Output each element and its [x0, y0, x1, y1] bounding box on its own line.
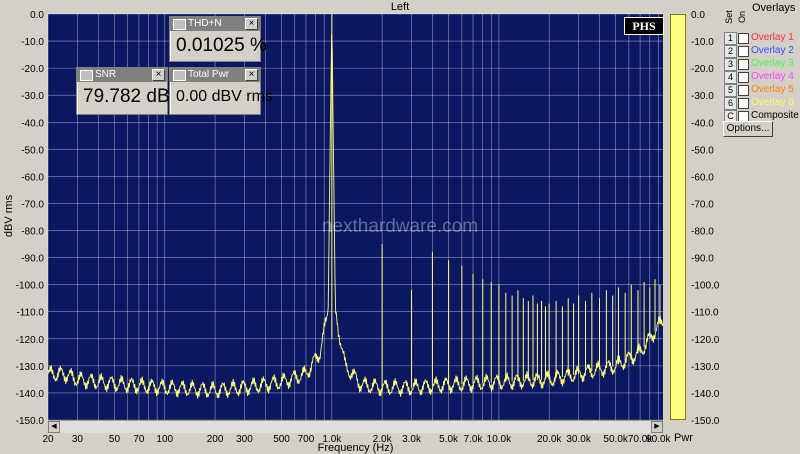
meter-icon: [173, 19, 186, 30]
right-y-tick-label: -80.0: [691, 227, 714, 238]
right-y-tick-label: -150.0: [691, 416, 720, 427]
overlay-set-button[interactable]: 5: [724, 84, 737, 97]
overlay-checkbox[interactable]: [738, 72, 749, 83]
overlay-checkbox[interactable]: [738, 33, 749, 44]
meter-icon: [80, 70, 93, 81]
close-icon[interactable]: ×: [245, 69, 258, 81]
overlay-label: Overlay 2: [751, 45, 794, 56]
overlay-set-button[interactable]: 2: [724, 45, 737, 58]
y-tick-label: -100.0: [16, 281, 45, 292]
right-y-tick-label: -70.0: [691, 199, 714, 210]
right-y-tick-label: -100.0: [691, 281, 720, 292]
scroll-left-button[interactable]: ◀: [48, 421, 60, 433]
total-power-meter[interactable]: Total Pwr × 0.00 dBV rms: [169, 67, 273, 115]
y-tick-label: 0.0: [30, 10, 44, 21]
overlay-checkbox[interactable]: [738, 46, 749, 57]
overlay-checkbox[interactable]: [738, 85, 749, 96]
y-tick-label: -80.0: [21, 227, 44, 238]
y-tick-label: -10.0: [21, 37, 44, 48]
right-y-tick-label: 0.0: [691, 10, 705, 21]
right-y-tick-label: -30.0: [691, 91, 714, 102]
y-axis-label: dBV rms: [3, 194, 16, 238]
thd-meter-label: THD+N: [188, 18, 222, 29]
phs-logo: PHS: [624, 17, 664, 35]
overlay-set-button[interactable]: 1: [724, 32, 737, 45]
y-tick-label: -20.0: [21, 64, 44, 75]
right-y-tick-label: -120.0: [691, 335, 720, 346]
right-y-tick-label: -130.0: [691, 362, 720, 373]
y-tick-label: -140.0: [16, 389, 45, 400]
y-tick-label: -60.0: [21, 172, 44, 183]
right-y-tick-label: -40.0: [691, 118, 714, 129]
close-icon[interactable]: ×: [245, 18, 258, 30]
snr-meter-label: SNR: [95, 69, 117, 80]
right-y-tick-label: -50.0: [691, 145, 714, 156]
overlay-label: Overlay 1: [751, 32, 794, 43]
y-tick-label: -150.0: [16, 416, 45, 427]
scroll-right-button[interactable]: ▶: [651, 421, 663, 433]
thd-meter[interactable]: THD+N × 0.01025 %: [169, 16, 267, 62]
overlay-set-button[interactable]: 4: [724, 71, 737, 84]
thd-value: 0.01025 %: [176, 35, 267, 56]
overlay-label: Composite: [751, 110, 799, 121]
x-axis-label: Frequency (Hz): [317, 442, 394, 454]
overlay-set-button[interactable]: 3: [724, 58, 737, 71]
overlay-label: Overlay 3: [751, 58, 794, 69]
overlay-label: Overlay 4: [751, 71, 794, 82]
y-tick-label: -50.0: [21, 145, 44, 156]
total-power-value: 0.00 dBV rms: [176, 88, 273, 105]
total-power-meter-label: Total Pwr: [188, 69, 230, 80]
options-button[interactable]: Options...: [723, 121, 773, 137]
right-y-tick-label: -60.0: [691, 172, 714, 183]
y-tick-label: -70.0: [21, 199, 44, 210]
watermark: nexthardware.com: [322, 216, 478, 237]
overlay-label: Overlay 6: [751, 97, 794, 108]
snr-value: 79.782 dB: [83, 86, 170, 107]
pwr-label: Pwr: [674, 432, 693, 444]
power-level-bar: [670, 14, 686, 420]
set-column-label: Set: [723, 10, 734, 24]
overlay-set-button[interactable]: 6: [724, 97, 737, 110]
overlay-checkbox[interactable]: [738, 98, 749, 109]
y-tick-label: -120.0: [16, 335, 45, 346]
close-icon[interactable]: ×: [152, 69, 165, 81]
horizontal-scrollbar[interactable]: ◀ ▶: [48, 420, 663, 433]
overlays-title: Overlays: [752, 2, 796, 14]
meter-icon: [173, 70, 186, 81]
right-y-tick-label: -20.0: [691, 64, 714, 75]
y-tick-label: -110.0: [16, 308, 44, 319]
on-column-label: On: [737, 10, 748, 24]
right-y-tick-label: -110.0: [691, 308, 719, 319]
snr-meter[interactable]: SNR × 79.782 dB: [76, 67, 170, 115]
right-y-tick-label: -140.0: [691, 389, 720, 400]
y-tick-label: -130.0: [16, 362, 45, 373]
y-tick-label: -30.0: [21, 91, 44, 102]
right-y-tick-label: -10.0: [691, 37, 714, 48]
right-y-tick-label: -90.0: [691, 254, 714, 265]
overlay-checkbox[interactable]: [738, 59, 749, 70]
y-tick-label: -90.0: [21, 254, 44, 265]
y-tick-label: -40.0: [21, 118, 44, 129]
overlay-label: Overlay 5: [751, 84, 794, 95]
